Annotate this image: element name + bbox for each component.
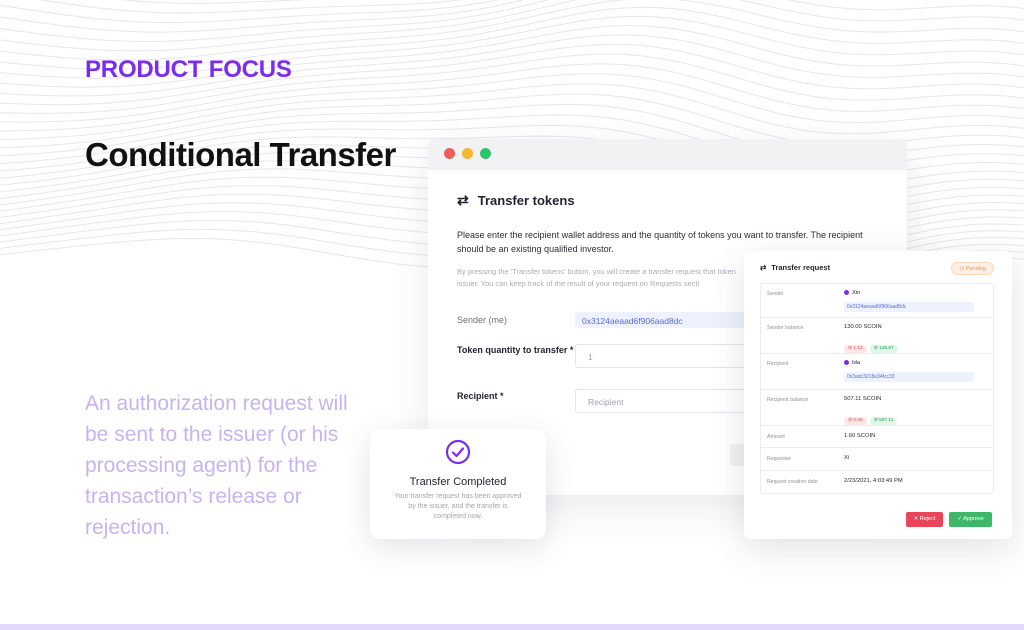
transfer-completed-card: Transfer Completed Your transfer request… bbox=[370, 429, 546, 539]
available-chip: ⊘ 507.11 bbox=[869, 417, 898, 425]
wave-line bbox=[0, 0, 499, 24]
swap-arrows-icon: ⇄ bbox=[457, 192, 469, 208]
row-label: Requester bbox=[767, 456, 791, 462]
table-row: Amount 1.60 SCOIN bbox=[761, 426, 993, 448]
form-heading: ⇄ Transfer tokens bbox=[457, 192, 575, 209]
row-value: Xin bbox=[844, 290, 860, 296]
locked-chip: ⊘ 0.06 bbox=[844, 417, 867, 425]
page-title: Conditional Transfer bbox=[85, 136, 396, 173]
form-note-text: By pressing the 'Transfer tokens' button… bbox=[457, 267, 736, 288]
close-dot-icon[interactable] bbox=[444, 148, 455, 159]
row-label: Sender balance bbox=[767, 325, 804, 331]
balance-chips: ⊘ 1.13 ⊘ 128.87 bbox=[844, 336, 901, 354]
table-row: Request creation date 2/23/2021, 4:03:49… bbox=[761, 471, 993, 493]
check-circle-icon bbox=[445, 439, 471, 465]
reject-button[interactable]: ✕ Reject bbox=[906, 512, 943, 527]
balance-chips: ⊘ 0.06 ⊘ 507.11 bbox=[844, 408, 900, 426]
row-value: 507.11 SCOIN bbox=[844, 396, 882, 402]
sender-field: 0x3124aeaad6f906aad8dc bbox=[575, 312, 765, 328]
window-titlebar bbox=[428, 139, 907, 170]
recipient-label: Recipient * bbox=[457, 391, 504, 401]
avatar bbox=[844, 290, 849, 295]
request-title: Transfer request bbox=[771, 263, 831, 272]
maximize-dot-icon[interactable] bbox=[480, 148, 491, 159]
form-title: Transfer tokens bbox=[477, 193, 575, 208]
recipient-input[interactable]: Recipient bbox=[575, 389, 765, 413]
eyebrow-label: PRODUCT FOCUS bbox=[85, 56, 292, 83]
row-value: 1.60 SCOIN bbox=[844, 433, 876, 439]
sender-address: 0x3124aeaad6f906aad8dc bbox=[844, 302, 974, 312]
completed-text: Your transfer request has been approved … bbox=[394, 493, 522, 520]
status-badge: ◷ Pending bbox=[951, 262, 994, 275]
swap-arrows-icon: ⇄ bbox=[760, 263, 767, 272]
row-value: Ida bbox=[844, 360, 860, 366]
table-row: Recipient balance 507.11 SCOIN ⊘ 0.06 ⊘ 5… bbox=[761, 390, 993, 426]
row-value: 130.00 SCOIN bbox=[844, 324, 882, 330]
request-heading: ⇄ Transfer request bbox=[760, 263, 830, 272]
row-value: 2/23/2021, 4:03:49 PM bbox=[844, 478, 903, 484]
quantity-input[interactable]: 1 bbox=[575, 344, 765, 368]
recipient-address: 0x3adc3218e34fcc33 bbox=[844, 372, 974, 382]
locked-chip: ⊘ 1.13 bbox=[844, 345, 867, 353]
row-value: Xi bbox=[844, 455, 850, 461]
available-chip: ⊘ 128.87 bbox=[869, 345, 898, 353]
table-row: Sender balance 130.00 SCOIN ⊘ 1.13 ⊘ 128.… bbox=[761, 318, 993, 354]
request-details-table: Sender Xin 0x3124aeaad6f906aad8dc Sender… bbox=[760, 283, 994, 494]
row-label: Recipient balance bbox=[767, 397, 809, 403]
table-row: Sender Xin 0x3124aeaad6f906aad8dc bbox=[761, 284, 993, 318]
description-text: An authorization request will be sent to… bbox=[85, 392, 348, 539]
row-label: Request creation date bbox=[767, 479, 818, 485]
minimize-dot-icon[interactable] bbox=[462, 148, 473, 159]
quantity-label: Token quantity to transfer * bbox=[457, 345, 574, 355]
avatar bbox=[844, 360, 849, 365]
transfer-request-card: ⇄ Transfer request ◷ Pending Sender Xin … bbox=[744, 251, 1012, 539]
approve-button[interactable]: ✓ Approve bbox=[949, 512, 992, 527]
row-label: Recipient bbox=[767, 361, 789, 367]
bottom-divider bbox=[0, 624, 1024, 630]
row-label: Amount bbox=[767, 434, 785, 440]
row-label: Sender bbox=[767, 291, 784, 297]
completed-title: Transfer Completed bbox=[409, 476, 507, 488]
sender-label: Sender (me) bbox=[457, 315, 508, 325]
table-row: Recipient Ida 0x3adc3218e34fcc33 bbox=[761, 354, 993, 390]
table-row: Requester Xi bbox=[761, 448, 993, 471]
